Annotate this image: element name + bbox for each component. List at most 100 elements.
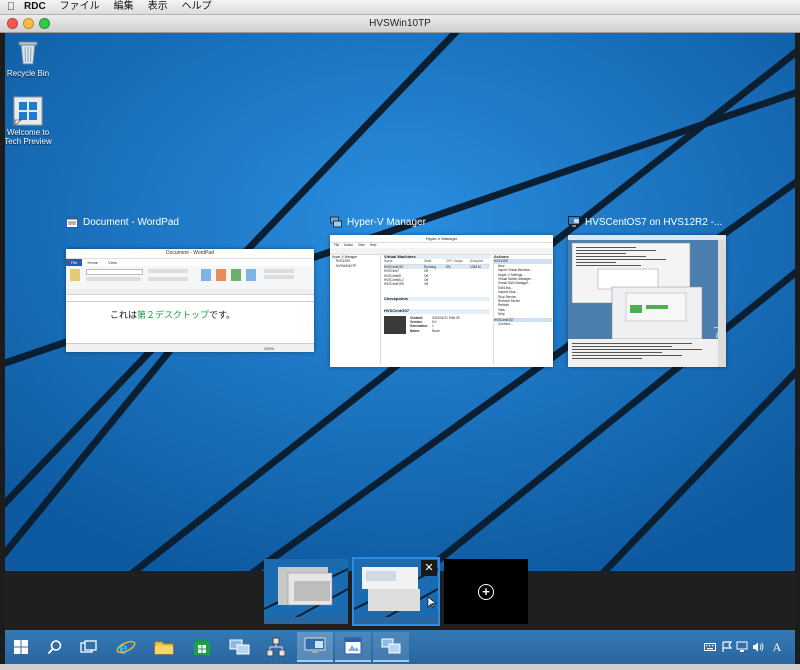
- vm-cell-cpu: [446, 282, 470, 286]
- vm-preview-image: [384, 315, 406, 334]
- hyperv-center-pane: Virtual Machines Name State CPU Usage As…: [384, 254, 490, 365]
- menu-view[interactable]: 表示: [141, 0, 175, 14]
- hyperv-actions-pane: Actions HVS12R2 New Import Virtual Machin…: [493, 254, 552, 365]
- hyperv-toolbar: [330, 248, 553, 255]
- ribbon-tab-view[interactable]: View: [103, 259, 122, 266]
- store-icon: [194, 639, 210, 655]
- vm-cell-state: Off: [424, 282, 429, 287]
- menu-help[interactable]: ヘルプ: [175, 0, 219, 14]
- window-titlebar: HVSWin10TP: [0, 15, 800, 33]
- ribbon-tab-home[interactable]: Home: [82, 259, 103, 266]
- keyboard-icon[interactable]: [703, 632, 717, 662]
- app-menu-rdc[interactable]: RDC: [22, 0, 53, 14]
- taskbar-hyperv-manager[interactable]: [225, 632, 255, 662]
- highlight-text: 第２デスクトップ: [137, 310, 210, 320]
- wordpad-icon: [344, 637, 362, 655]
- vm-cell-name: HVSCentOS5: [384, 282, 404, 287]
- taskbar-wordpad[interactable]: [335, 632, 371, 662]
- taskview-thumbnail-wordpad[interactable]: Document - WordPad File Home View これは第２デ…: [66, 249, 314, 352]
- windows-logo-icon: [13, 96, 43, 126]
- taskview-label-vmconnect[interactable]: HVSCentOS7 on HVS12R2 -...: [568, 216, 722, 228]
- wordpad-titlebar: Document - WordPad: [66, 249, 314, 259]
- windows-taskbar: e A: [5, 630, 795, 664]
- wordpad-ribbon: [66, 266, 314, 295]
- close-desktop-button[interactable]: ✕: [421, 560, 437, 576]
- vm-cell-mem: [470, 282, 490, 286]
- vm-connect-icon: [304, 637, 326, 653]
- taskview-thumbnail-hyperv[interactable]: Hyper-V Manager File Action View Help Hy…: [330, 235, 553, 367]
- svg-text:e: e: [119, 638, 127, 657]
- wordpad-document-text[interactable]: これは第２デスクトップです。: [66, 302, 314, 343]
- apple-menu-icon[interactable]: : [0, 0, 22, 14]
- ribbon-tab-file[interactable]: File: [66, 259, 83, 266]
- vm-table-body: HVSCentOS7 Running 0% 1048 M HVSCent7 Off HVSC…: [384, 264, 490, 287]
- hyperv-menu-help[interactable]: Help: [370, 243, 377, 248]
- taskbar-paint[interactable]: [373, 632, 409, 662]
- start-button[interactable]: [7, 632, 35, 662]
- action-item[interactable]: Connect...: [494, 322, 552, 326]
- desktop-icon-welcome[interactable]: Welcome to Tech Preview: [5, 96, 58, 146]
- ime-indicator[interactable]: A: [767, 632, 787, 662]
- vm-row[interactable]: HVSCentOS5 Off: [384, 282, 490, 286]
- desktop-preview-image: [264, 559, 348, 624]
- hyperv-titlebar: Hyper-V Manager: [330, 235, 553, 243]
- details-list: Created: 2015/01/21 9:56:35 Version: 5.0 Gen…: [410, 316, 459, 334]
- taskview-title: HVSCentOS7 on HVS12R2 -...: [585, 216, 723, 228]
- taskbar-internet-explorer[interactable]: e: [111, 632, 141, 662]
- recycle-bin-icon: [13, 37, 43, 67]
- task-view-button[interactable]: [75, 632, 103, 662]
- vmconnect-preview-image: 7: [568, 235, 726, 367]
- virtual-desktops-bar: ✕ +: [5, 557, 795, 630]
- network-icon: [266, 637, 286, 657]
- detail-row: Notes: None: [410, 329, 459, 333]
- hyperv-manager-window-icon: [381, 638, 401, 654]
- virtual-desktop-1[interactable]: [264, 559, 348, 624]
- taskview-title: Document - WordPad: [83, 216, 179, 228]
- detail-key: Notes:: [410, 328, 420, 333]
- hyperv-icon: [229, 639, 250, 655]
- window-title: HVSWin10TP: [369, 18, 431, 29]
- zoom-level: 100%: [263, 346, 274, 351]
- wordpad-statusbar: 100%: [66, 343, 314, 352]
- wordpad-ribbon-tabs: File Home View: [66, 259, 314, 266]
- task-view-icon: [80, 640, 97, 653]
- taskbar-network[interactable]: [261, 632, 291, 662]
- hyperv-menu-action[interactable]: Action: [344, 243, 353, 248]
- vm-details: Created: 2015/01/21 9:56:35 Version: 5.0 Gen…: [384, 315, 490, 334]
- search-button[interactable]: [41, 632, 69, 662]
- taskview-title: Hyper-V Manager: [347, 216, 426, 228]
- wordpad-ruler: [66, 295, 314, 302]
- hyperv-icon: [330, 216, 342, 228]
- file-explorer-icon: [154, 641, 174, 655]
- desktop-icon-recycle-bin[interactable]: Recycle Bin: [5, 37, 58, 78]
- hyperv-menu-file[interactable]: File: [334, 243, 339, 248]
- actions-list-2: Connect...: [494, 322, 552, 326]
- new-desktop-button[interactable]: +: [444, 559, 528, 624]
- action-item[interactable]: Help: [494, 312, 552, 316]
- hyperv-menu-view[interactable]: View: [358, 243, 365, 248]
- internet-explorer-icon: e: [116, 638, 136, 657]
- network-status-icon[interactable]: [735, 632, 749, 662]
- desktop-icon-label: Welcome to Tech Preview: [5, 128, 52, 146]
- search-icon: [47, 640, 62, 655]
- taskbar-vm-connect[interactable]: [297, 632, 333, 662]
- taskview-label-wordpad[interactable]: Document - WordPad: [66, 216, 179, 228]
- desktop-icon-label: Recycle Bin: [6, 69, 50, 78]
- taskview-label-hyperv[interactable]: Hyper-V Manager: [330, 216, 426, 228]
- taskbar-file-explorer[interactable]: [149, 632, 179, 662]
- checkpoints-header: Checkpoints: [384, 296, 490, 302]
- taskbar-store[interactable]: [187, 632, 217, 662]
- vm-connect-icon: [568, 216, 580, 228]
- volume-icon[interactable]: [751, 632, 765, 662]
- actions-list: New Import Virtual Machine... Hyper-V Sett…: [494, 264, 552, 317]
- action-center-flag-icon[interactable]: [720, 632, 734, 662]
- hyperv-tree: Hyper-V Manager HVS12R2 HVSWIN10TP: [332, 255, 381, 365]
- details-header: HVSCentOS7: [384, 308, 490, 314]
- tree-node[interactable]: HVSWIN10TP: [332, 264, 380, 268]
- mac-menu-bar:  RDC ファイル 編集 表示 ヘルプ: [0, 0, 800, 15]
- menu-file[interactable]: ファイル: [53, 0, 107, 14]
- window-bottom-edge: [0, 664, 800, 670]
- remote-desktop: Recycle Bin Welcome to Tech Preview Docu…: [5, 33, 795, 571]
- taskview-thumbnail-vmconnect[interactable]: 7: [568, 235, 726, 367]
- menu-edit[interactable]: 編集: [107, 0, 141, 14]
